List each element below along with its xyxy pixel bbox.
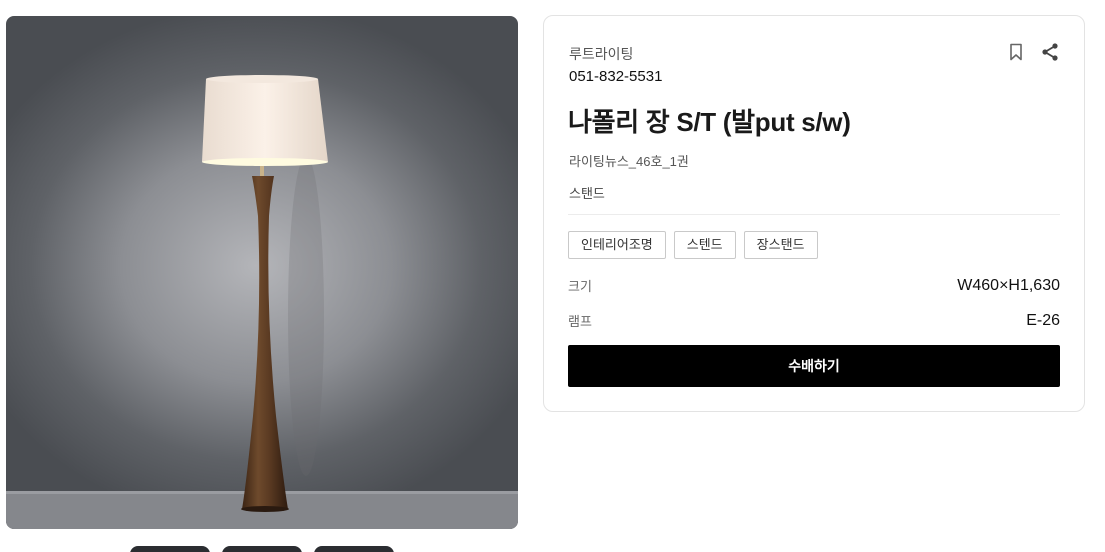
thumbnail[interactable] (314, 546, 394, 552)
source-publication: 라이팅뉴스_46호_1권 (569, 154, 689, 169)
spec-label: 크기 (568, 279, 592, 294)
product-info-card: 루트라이팅 051-832-5531 나폴리 장 S/T (발put s/w) … (543, 15, 1085, 412)
spec-row-lamp: 램프 E-26 (568, 311, 1060, 330)
action-icons (1006, 42, 1060, 62)
product-category: 스탠드 (569, 186, 605, 201)
tag-chip[interactable]: 스텐드 (673, 231, 736, 259)
bookmark-icon[interactable] (1006, 42, 1026, 62)
share-icon[interactable] (1040, 42, 1060, 62)
divider (568, 214, 1060, 215)
tag-chip[interactable]: 인테리어조명 (568, 231, 666, 259)
spec-value: W460×H1,630 (957, 276, 1060, 294)
product-page: 루트라이팅 051-832-5531 나폴리 장 S/T (발put s/w) … (0, 0, 1105, 552)
tag-list: 인테리어조명 스텐드 장스탠드 (568, 231, 818, 259)
spec-row-size: 크기 W460×H1,630 (568, 276, 1060, 295)
brand-name[interactable]: 루트라이팅 (569, 44, 633, 64)
product-title: 나폴리 장 S/T (발put s/w) (568, 107, 851, 137)
spec-value: E-26 (1026, 311, 1060, 329)
phone-number: 051-832-5531 (569, 68, 663, 85)
order-button[interactable]: 수배하기 (568, 345, 1060, 387)
floor-lamp-illustration (6, 75, 518, 529)
spec-label: 램프 (568, 314, 592, 329)
thumbnail[interactable] (222, 546, 302, 552)
thumbnail[interactable] (130, 546, 210, 552)
tag-chip[interactable]: 장스탠드 (743, 231, 818, 259)
product-image[interactable] (6, 16, 518, 529)
